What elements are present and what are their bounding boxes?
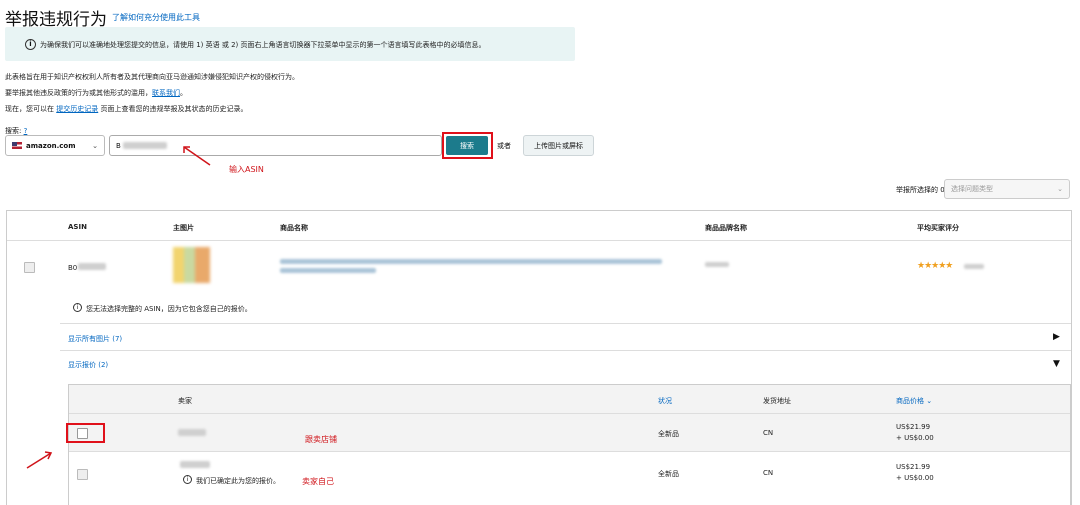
own-offer-notice: 您无法选择完整的 ASIN，因为它包含您自己的报价。 bbox=[86, 305, 252, 313]
search-input-value: B bbox=[116, 141, 121, 150]
marketplace-select[interactable]: amazon.com ⌄ bbox=[5, 135, 105, 156]
price-header-label: 商品价格 bbox=[896, 397, 924, 405]
product-title-link[interactable] bbox=[280, 259, 662, 264]
history-text: 现在，您可以在 bbox=[5, 105, 54, 113]
us-flag-icon bbox=[12, 142, 22, 149]
marketplace-label: amazon.com bbox=[26, 141, 76, 150]
offer-price: US$21.99 bbox=[896, 463, 931, 471]
row-checkbox[interactable] bbox=[24, 262, 35, 273]
rating-stars: ★★★★★ bbox=[917, 261, 953, 271]
marketplace-value: amazon.com bbox=[12, 142, 76, 150]
rating-count bbox=[964, 264, 984, 269]
issue-type-select[interactable]: 选择问题类型 ⌄ bbox=[944, 179, 1070, 199]
show-all-images-link[interactable]: 显示所有图片 (7) bbox=[68, 334, 122, 344]
search-button[interactable]: 搜索 bbox=[446, 136, 488, 155]
column-header-image: 主图片 bbox=[173, 224, 194, 232]
redacted-asin bbox=[122, 142, 167, 149]
intro-paragraph: 此表格旨在用于知识产权权利人所有者及其代理商向亚马逊通知涉嫌侵犯知识产权的侵权行… bbox=[5, 73, 299, 81]
contact-text: 要举报其他违反政策的行为或其他形式的滥用， bbox=[5, 89, 152, 97]
product-image[interactable] bbox=[173, 247, 210, 283]
offer-ship-from: CN bbox=[763, 469, 774, 477]
divider bbox=[7, 240, 1071, 241]
history-paragraph: 现在，您可以在 提交历史记录 页面上查看您的违规举报及其状态的历史记录。 bbox=[5, 104, 247, 114]
info-text: 为确保我们可以准确地处理您提交的信息，请使用 1) 英语 或 2) 页面右上角语… bbox=[40, 41, 486, 49]
offer-row bbox=[69, 413, 1070, 452]
brand-name bbox=[705, 262, 729, 267]
contact-us-link[interactable]: 联系我们 bbox=[152, 89, 180, 97]
offer-ship-from: CN bbox=[763, 429, 774, 437]
triangle-right-icon[interactable]: ▶ bbox=[1053, 332, 1060, 342]
column-header-title: 商品名称 bbox=[280, 224, 308, 232]
issue-type-placeholder: 选择问题类型 bbox=[951, 185, 993, 193]
offer-checkbox[interactable] bbox=[77, 469, 88, 480]
column-header-brand: 商品品牌名称 bbox=[705, 224, 747, 232]
chevron-down-icon: ⌄ bbox=[1057, 185, 1063, 193]
contact-suffix: 。 bbox=[180, 89, 187, 97]
info-icon: i bbox=[183, 475, 192, 484]
offers-header-ship-from: 发货地址 bbox=[763, 397, 791, 405]
seller-name bbox=[178, 429, 206, 436]
annotation-arrow-icon bbox=[183, 146, 211, 166]
annotation-violating-store: 跟卖店铺 bbox=[305, 435, 337, 444]
offers-header-seller: 卖家 bbox=[178, 397, 192, 405]
offers-header-price[interactable]: 商品价格 ⌄ bbox=[896, 396, 932, 406]
offer-shipping: + US$0.00 bbox=[896, 434, 934, 442]
show-offers-link[interactable]: 显示报价 (2) bbox=[68, 360, 108, 370]
search-help-link[interactable]: ? bbox=[24, 127, 28, 135]
product-title-link-2[interactable] bbox=[280, 268, 376, 273]
upload-image-button[interactable]: 上传图片或屏标 bbox=[523, 135, 594, 156]
info-icon: i bbox=[73, 303, 82, 312]
search-label-text: 搜索: bbox=[5, 127, 22, 135]
chevron-down-icon: ⌄ bbox=[926, 397, 933, 405]
submission-history-link[interactable]: 提交历史记录 bbox=[56, 105, 98, 113]
column-header-rating: 平均买家评分 bbox=[917, 224, 959, 232]
annotation-enter-asin: 输入ASIN bbox=[229, 165, 264, 174]
search-input[interactable]: B bbox=[109, 135, 442, 156]
own-offer-note: 我们已确定此为您的报价。 bbox=[196, 477, 280, 485]
seller-name bbox=[180, 461, 210, 468]
offer-checkbox[interactable] bbox=[77, 428, 88, 439]
offer-price: US$21.99 bbox=[896, 423, 931, 431]
info-icon: i bbox=[25, 39, 36, 50]
offer-condition: 全新品 bbox=[658, 470, 679, 478]
history-suffix: 页面上查看您的违规举报及其状态的历史记录。 bbox=[100, 105, 248, 113]
contact-paragraph: 要举报其他违反政策的行为或其他形式的滥用，联系我们。 bbox=[5, 88, 187, 98]
chevron-down-icon: ⌄ bbox=[92, 141, 98, 150]
or-text: 或者 bbox=[497, 142, 511, 150]
offer-shipping: + US$0.00 bbox=[896, 474, 934, 482]
help-link[interactable]: 了解如何充分使用此工具 bbox=[112, 12, 200, 23]
asin-prefix: B0 bbox=[68, 264, 78, 272]
redacted-asin bbox=[78, 263, 107, 270]
asin-value: B0 bbox=[68, 263, 107, 272]
divider bbox=[60, 350, 1071, 351]
offers-header-condition[interactable]: 状况 bbox=[658, 396, 672, 406]
divider bbox=[60, 323, 1071, 324]
offer-condition: 全新品 bbox=[658, 430, 679, 438]
annotation-own-seller: 卖家自己 bbox=[302, 477, 334, 486]
triangle-down-icon[interactable]: ▼ bbox=[1053, 359, 1060, 369]
annotation-arrow-icon bbox=[26, 451, 53, 469]
column-header-asin: ASIN bbox=[68, 223, 87, 231]
